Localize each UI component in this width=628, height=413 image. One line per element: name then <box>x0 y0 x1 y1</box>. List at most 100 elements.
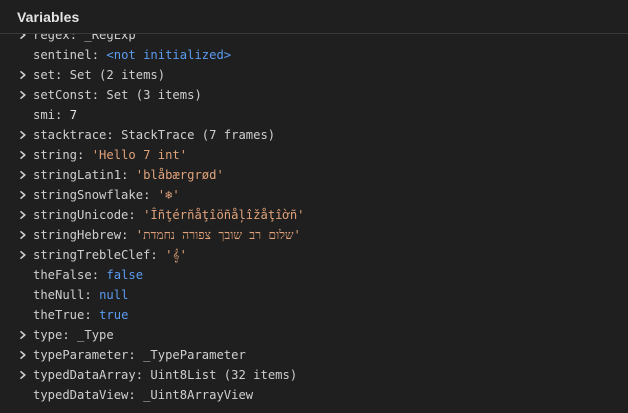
variable-row[interactable]: typedDataArray: Uint8List (32 items) <box>0 365 628 385</box>
variable-entry: sentinel: <not initialized> <box>33 45 231 65</box>
chevron-right-icon[interactable] <box>19 331 27 339</box>
name-value-separator: : <box>91 88 107 102</box>
variable-value: Uint8List (32 items) <box>150 368 298 382</box>
variables-tree: regex: _RegExp sentinel: <not initialized… <box>0 25 628 405</box>
variable-entry: theTrue: true <box>33 305 128 325</box>
variable-row[interactable]: string: 'Hello 7 int' <box>0 145 628 165</box>
variable-entry: stringSnowflake: '❄' <box>33 185 180 205</box>
chevron-right-icon[interactable] <box>19 371 27 379</box>
variable-name: set <box>33 68 56 82</box>
variable-entry: theNull: null <box>33 285 128 305</box>
variable-row[interactable]: stringUnicode: 'Îñţérñåţîöñåļîžåţîờñ' <box>0 205 628 225</box>
variable-entry: setConst: Set (3 items) <box>33 85 202 105</box>
variable-value: Set (3 items) <box>106 88 202 102</box>
variable-name: smi <box>33 108 56 122</box>
panel-title: Variables <box>17 9 80 25</box>
variable-row[interactable]: typedDataView: _Uint8ArrayView <box>0 385 628 405</box>
variable-entry: type: _Type <box>33 325 114 345</box>
variable-row[interactable]: sentinel: <not initialized> <box>0 45 628 65</box>
chevron-right-icon[interactable] <box>19 211 27 219</box>
panel-header: Variables <box>0 0 628 34</box>
name-value-separator: : <box>106 128 122 142</box>
name-value-separator: : <box>135 368 151 382</box>
variable-row[interactable]: stringSnowflake: '❄' <box>0 185 628 205</box>
name-value-separator: : <box>77 148 92 162</box>
variable-value: false <box>106 268 144 282</box>
variable-entry: typedDataArray: Uint8List (32 items) <box>33 365 297 385</box>
name-value-separator: : <box>62 328 78 342</box>
variable-row[interactable]: stringTrebleClef: '𝄞' <box>0 245 628 265</box>
variable-value: <not initialized> <box>106 48 232 62</box>
chevron-right-icon[interactable] <box>19 251 27 259</box>
name-value-separator: : <box>143 188 158 202</box>
chevron-right-icon[interactable] <box>19 171 27 179</box>
variable-value: true <box>99 308 129 322</box>
variable-name: theTrue <box>33 308 85 322</box>
variable-entry: stacktrace: StackTrace (7 frames) <box>33 125 275 145</box>
variable-name: string <box>33 148 78 162</box>
name-value-separator: : <box>150 248 166 262</box>
variable-name: sentinel <box>33 48 92 62</box>
variable-entry: theFalse: false <box>33 265 143 285</box>
variable-name: stacktrace <box>33 128 107 142</box>
variable-name: typeParameter <box>33 348 129 362</box>
variable-name: theFalse <box>33 268 92 282</box>
variable-value: '❄' <box>157 188 180 202</box>
variable-value: 'Îñţérñåţîöñåļîžåţîờñ' <box>143 208 305 222</box>
variable-value: StackTrace (7 frames) <box>121 128 276 142</box>
name-value-separator: : <box>55 108 70 122</box>
variable-entry: stringHebrew: 'שלום רב שובך צפורה נחמדת' <box>33 225 301 245</box>
variable-entry: stringUnicode: 'Îñţérñåţîöñåļîžåţîờñ' <box>33 205 305 225</box>
variable-name: stringTrebleClef <box>33 248 151 262</box>
variable-name: theNull <box>33 288 85 302</box>
variable-row[interactable]: stacktrace: StackTrace (7 frames) <box>0 125 628 145</box>
variable-value: null <box>99 288 129 302</box>
variable-row[interactable]: stringHebrew: 'שלום רב שובך צפורה נחמדת' <box>0 225 628 245</box>
name-value-separator: : <box>91 48 107 62</box>
chevron-right-icon[interactable] <box>19 91 27 99</box>
variable-name: stringHebrew <box>33 228 122 242</box>
chevron-right-icon[interactable] <box>19 131 27 139</box>
name-value-separator: : <box>84 308 100 322</box>
variable-entry: typeParameter: _TypeParameter <box>33 345 246 365</box>
variable-entry: typedDataView: _Uint8ArrayView <box>33 385 253 405</box>
variable-name: typedDataArray <box>33 368 136 382</box>
variable-value: Set (2 items) <box>69 68 166 82</box>
variable-value: _Uint8ArrayView <box>143 388 254 402</box>
variable-name: type <box>33 328 63 342</box>
name-value-separator: : <box>128 348 144 362</box>
name-value-separator: : <box>128 388 144 402</box>
chevron-right-icon[interactable] <box>19 151 27 159</box>
chevron-right-icon[interactable] <box>19 191 27 199</box>
variable-name: setConst <box>33 88 92 102</box>
variable-row[interactable]: theNull: null <box>0 285 628 305</box>
variable-entry: stringTrebleClef: '𝄞' <box>33 245 187 265</box>
variable-entry: stringLatin1: 'blåbærgrød' <box>33 165 224 185</box>
name-value-separator: : <box>91 268 107 282</box>
variable-row[interactable]: smi: 7 <box>0 105 628 125</box>
variable-row[interactable]: typeParameter: _TypeParameter <box>0 345 628 365</box>
variable-entry: string: 'Hello 7 int' <box>33 145 187 165</box>
variable-name: stringLatin1 <box>33 168 122 182</box>
variable-name: typedDataView <box>33 388 129 402</box>
variable-row[interactable]: theTrue: true <box>0 305 628 325</box>
variable-row[interactable]: stringLatin1: 'blåbærgrød' <box>0 165 628 185</box>
variable-name: stringUnicode <box>33 208 129 222</box>
variable-entry: smi: 7 <box>33 105 77 125</box>
chevron-right-icon[interactable] <box>19 351 27 359</box>
variable-value: 'Hello 7 int' <box>91 148 188 162</box>
variable-row[interactable]: type: _Type <box>0 325 628 345</box>
variable-value: 'שלום רב שובך צפורה נחמדת' <box>135 228 301 242</box>
name-value-separator: : <box>121 168 136 182</box>
name-value-separator: : <box>55 68 70 82</box>
chevron-right-icon[interactable] <box>19 71 27 79</box>
variable-row[interactable]: theFalse: false <box>0 265 628 285</box>
variable-value: '𝄞' <box>165 248 187 262</box>
variable-entry: set: Set (2 items) <box>33 65 165 85</box>
variable-row[interactable]: set: Set (2 items) <box>0 65 628 85</box>
scroll-edge <box>0 407 628 413</box>
variable-value: _TypeParameter <box>143 348 246 362</box>
chevron-right-icon[interactable] <box>19 231 27 239</box>
name-value-separator: : <box>121 228 136 242</box>
variable-row[interactable]: setConst: Set (3 items) <box>0 85 628 105</box>
